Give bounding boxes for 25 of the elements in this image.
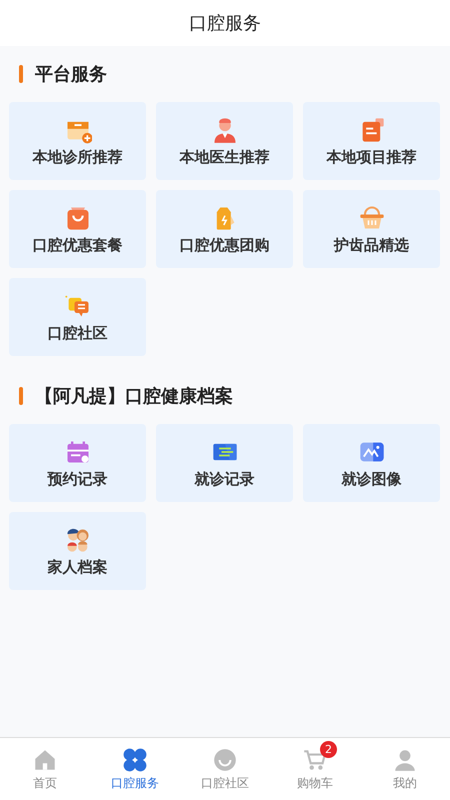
service-tile[interactable]: 口腔优惠套餐 (9, 190, 146, 268)
service-tile[interactable]: 预约记录 (9, 424, 146, 502)
tab[interactable]: 口腔社区 (180, 738, 270, 800)
service-tile[interactable]: 本地医生推荐 (156, 102, 293, 180)
service-tile[interactable]: 就诊图像 (303, 424, 440, 502)
tab[interactable]: 2 购物车 (270, 738, 360, 800)
service-tile[interactable]: 口腔社区 (9, 278, 146, 356)
service-tile[interactable]: 本地诊所推荐 (9, 102, 146, 180)
tab[interactable]: 首页 (0, 738, 90, 800)
section-title: 【阿凡提】口腔健康档案 (35, 385, 233, 408)
service-tile[interactable]: 护齿品精选 (303, 190, 440, 268)
service-tile[interactable]: 本地项目推荐 (303, 102, 440, 180)
basket-icon (358, 204, 386, 232)
service-tile[interactable]: 就诊记录 (156, 424, 293, 502)
accent-bar (19, 65, 23, 83)
count-badge: 2 (320, 740, 337, 758)
section-title: 平台服务 (35, 63, 107, 86)
tab[interactable]: 我的 (360, 738, 450, 800)
page-title: 口腔服务 (189, 12, 261, 35)
four-petal-icon (122, 746, 148, 772)
tab[interactable]: 口腔服务 (90, 738, 180, 800)
service-tile[interactable]: 家人档案 (9, 512, 146, 590)
accent-bar (19, 387, 23, 405)
service-tile[interactable]: 口腔优惠团购 (156, 190, 293, 268)
smiley-icon (212, 746, 238, 772)
